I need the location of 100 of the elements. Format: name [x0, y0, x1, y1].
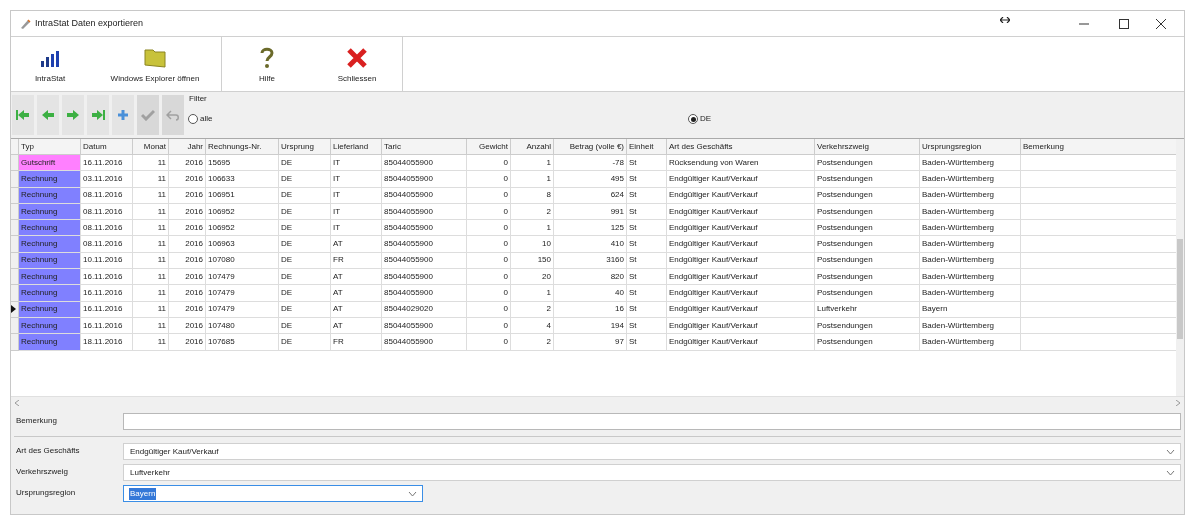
table-cell: Gutschrift	[19, 155, 81, 172]
checkmark-icon	[141, 109, 155, 121]
filter-radio[interactable]: DE	[688, 113, 712, 125]
scroll-left-icon[interactable]	[15, 399, 19, 406]
table-cell: Baden-Württemberg	[920, 171, 1021, 188]
toolbar-button[interactable]: Windows Explorer öffnen	[89, 37, 221, 91]
table-cell: 85044055900	[382, 334, 467, 351]
table-cell: AT	[331, 301, 382, 318]
column-header[interactable]: Anzahl	[511, 139, 554, 155]
table-cell: 11	[133, 203, 169, 221]
table-cell: AT	[331, 269, 382, 286]
table-cell: 2016	[169, 203, 206, 221]
table-cell: 10	[511, 236, 554, 253]
field-label: Bemerkung	[15, 415, 58, 427]
table-cell: 85044055900	[382, 220, 467, 237]
table-cell: 85044055900	[382, 155, 467, 172]
table-cell: DE	[279, 269, 331, 286]
dropdown-field[interactable]: Endgültiger Kauf/Verkauf	[123, 443, 1181, 460]
current-row-icon	[11, 305, 16, 314]
table-cell: 107479	[206, 269, 279, 286]
table-cell: Rechnung	[19, 269, 81, 286]
chevron-down-icon	[1166, 469, 1175, 476]
column-header[interactable]: Einheit	[627, 139, 667, 155]
table-cell: St	[627, 236, 667, 253]
column-header[interactable]: Ursprungsregion	[920, 139, 1021, 155]
column-header[interactable]: Ursprung	[279, 139, 331, 155]
table-cell: 0	[467, 317, 511, 335]
table-cell: Luftverkehr	[815, 301, 920, 318]
table-cell: 106633	[206, 171, 279, 188]
dropdown-field[interactable]: Bayern	[123, 485, 423, 502]
table-cell: 0	[467, 220, 511, 237]
pencil-icon	[19, 17, 31, 30]
close-icon	[346, 47, 368, 69]
table-cell: 2016	[169, 301, 206, 318]
table-cell: 0	[467, 155, 511, 172]
field-label: Ursprungsregion	[15, 487, 77, 499]
toolbar-button[interactable]: Schliessen	[312, 37, 402, 91]
table-cell: Rechnung	[19, 220, 81, 237]
table-cell: Rechnung	[19, 236, 81, 253]
column-header[interactable]: Lieferland	[331, 139, 382, 155]
table-cell: Postsendungen	[815, 334, 920, 351]
table-cell: 11	[133, 187, 169, 204]
table-cell: Rechnung	[19, 171, 81, 188]
column-header[interactable]: Jahr	[169, 139, 206, 155]
table-cell: 107080	[206, 252, 279, 270]
scroll-right-icon[interactable]	[1176, 399, 1180, 406]
toolbar-button[interactable]: Hilfe	[222, 37, 312, 91]
table-cell: Baden-Württemberg	[920, 334, 1021, 351]
table-cell: DE	[279, 285, 331, 302]
column-header[interactable]: Taric	[382, 139, 467, 155]
folder-icon	[143, 47, 167, 69]
table-cell: 2016	[169, 236, 206, 253]
filter-radio[interactable]: alle	[188, 113, 688, 125]
column-header[interactable]: Art des Geschäfts	[667, 139, 815, 155]
table-cell: DE	[279, 252, 331, 270]
table-cell: Postsendungen	[815, 203, 920, 221]
dropdown-field[interactable]: Luftverkehr	[123, 464, 1181, 481]
table-cell: 2016	[169, 285, 206, 302]
column-header[interactable]: Monat	[133, 139, 169, 155]
table-cell: Endgültiger Kauf/Verkauf	[667, 301, 815, 318]
table-cell: IT	[331, 155, 382, 172]
scrollbar-thumb[interactable]	[1177, 239, 1183, 339]
column-header[interactable]: Rechnungs-Nr.	[206, 139, 279, 155]
table-cell: 1	[511, 285, 554, 302]
table-cell: Baden-Württemberg	[920, 236, 1021, 253]
table-cell: Rücksendung von Waren	[667, 155, 815, 172]
table-cell: 2016	[169, 155, 206, 172]
table-cell: Endgültiger Kauf/Verkauf	[667, 203, 815, 221]
table-cell: Endgültiger Kauf/Verkauf	[667, 334, 815, 351]
table-cell: 85044055900	[382, 285, 467, 302]
table-cell: St	[627, 317, 667, 335]
field-label: Art des Geschäfts	[15, 445, 81, 457]
table-cell: FR	[331, 252, 382, 270]
column-header[interactable]: Gewicht	[467, 139, 511, 155]
table-cell: 03.11.2016	[81, 171, 133, 188]
chevron-down-icon	[408, 490, 417, 497]
toolbar-button[interactable]: IntraStat	[11, 37, 89, 91]
table-cell: 410	[554, 236, 627, 253]
column-header[interactable]: Datum	[81, 139, 133, 155]
table-cell: DE	[279, 171, 331, 188]
table-cell: Rechnung	[19, 334, 81, 351]
table-cell: 11	[133, 285, 169, 302]
table-cell: 08.11.2016	[81, 203, 133, 221]
plus-icon	[117, 109, 129, 121]
table-cell: Postsendungen	[815, 285, 920, 302]
table-cell: FR	[331, 334, 382, 351]
table-cell: Baden-Württemberg	[920, 203, 1021, 221]
table-cell: Postsendungen	[815, 317, 920, 335]
table-cell: Bayern	[920, 301, 1021, 318]
table-cell: Baden-Württemberg	[920, 269, 1021, 286]
table-cell: 85044055900	[382, 171, 467, 188]
column-header[interactable]: Verkehrszweig	[815, 139, 920, 155]
last-record-icon	[91, 109, 105, 121]
column-header[interactable]: Betrag (volle €)	[554, 139, 627, 155]
table-cell: Endgültiger Kauf/Verkauf	[667, 317, 815, 335]
table-cell: 2	[511, 203, 554, 221]
table-cell: Postsendungen	[815, 269, 920, 286]
table-cell: 08.11.2016	[81, 236, 133, 253]
maximize-icon	[1119, 18, 1129, 29]
table-cell: 820	[554, 269, 627, 286]
